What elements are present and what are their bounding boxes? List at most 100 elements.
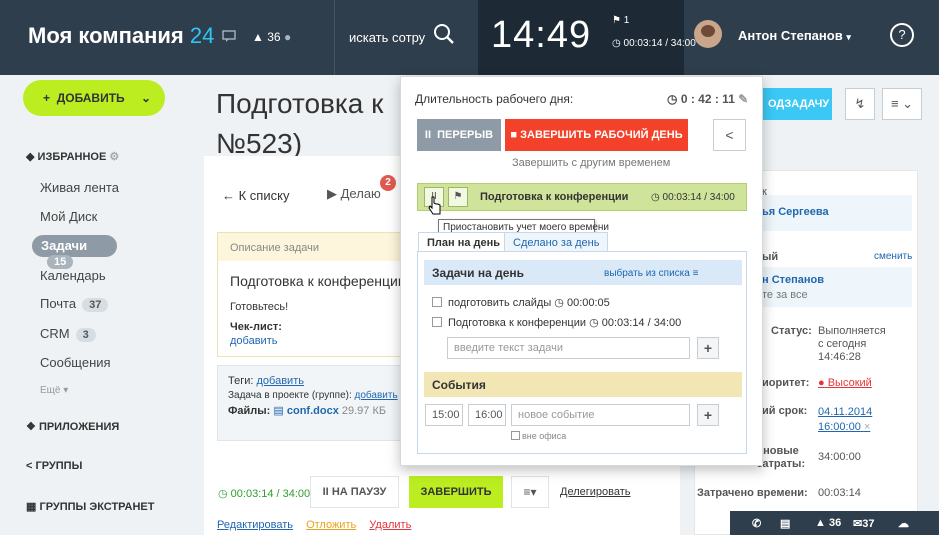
checkbox[interactable]	[432, 297, 442, 307]
deadline-value[interactable]: 04.11.2014 16:00:00 ×	[818, 405, 872, 435]
delegate-link[interactable]: Делегировать	[560, 486, 631, 498]
favorites-section[interactable]: ◆ ИЗБРАННОЕ ⚙	[26, 150, 119, 163]
event-time-from[interactable]: 15:00	[425, 404, 463, 426]
planned-value: 34:00:00	[818, 451, 861, 463]
sidebar-item-messages[interactable]: Сообщения	[40, 355, 111, 370]
sidebar-item-tasks[interactable]: Задачи 15	[32, 235, 117, 269]
tab-done[interactable]: Сделано за день	[504, 232, 609, 252]
end-workday-label: ЗАВЕРШИТЬ РАБОЧИЙ ДЕНЬ	[520, 129, 683, 141]
sidebar-item-label: Задачи	[41, 238, 88, 253]
sidebar-item-label: Почта	[40, 296, 77, 311]
more-menu-button[interactable]: ≡▾	[511, 476, 549, 508]
back-to-list-link[interactable]: ← К списку	[222, 188, 289, 203]
phone-icon[interactable]: ✆	[752, 517, 761, 530]
mail-count: 37	[862, 518, 875, 530]
responsible-label: ый	[762, 251, 779, 263]
new-event-input[interactable]: новое событие	[511, 404, 690, 426]
duration-value[interactable]: ◷ 0 : 42 : 11 ✎	[667, 92, 748, 106]
edit-link[interactable]: Редактировать	[217, 519, 293, 531]
task-meta: Теги: добавить Задача в проекте (группе)…	[217, 365, 402, 441]
pause-label: НА ПАУЗУ	[331, 486, 387, 498]
choose-from-list-link[interactable]: выбрать из списка ≡	[604, 268, 698, 279]
mail-indicator[interactable]: ✉37	[853, 517, 874, 530]
sidebar-item-feed[interactable]: Живая лента	[40, 180, 119, 195]
day-task-2[interactable]: Подготовка к конференции ◷ 00:03:14 / 34…	[432, 316, 681, 329]
priority-value[interactable]: ● Высокий	[818, 377, 872, 389]
apps-section[interactable]: ❖ ПРИЛОЖЕНИЯ	[26, 420, 119, 433]
task-timer: ◷ 00:03:14 / 34:00	[218, 488, 311, 500]
user-menu[interactable]: Антон Степанов ▾	[738, 28, 851, 43]
extranet-section[interactable]: ▦ ГРУППЫ ЭКСТРАНЕТ	[26, 500, 154, 513]
mail-icon: ✉	[853, 518, 863, 530]
checklist-add-link[interactable]: добавить	[230, 335, 401, 347]
chat-icon[interactable]	[222, 30, 236, 45]
list-menu-icon[interactable]: ≡ ⌄	[882, 88, 922, 120]
add-subtask-button[interactable]: ОДЗАДАЧУ	[760, 88, 832, 120]
notifications-indicator[interactable]: ▲ 36 ●	[252, 30, 291, 44]
day-task-1-time: 00:00:05	[566, 297, 610, 309]
sidebar-item-calendar[interactable]: Календарь	[40, 268, 106, 283]
project-add-link[interactable]: добавить	[355, 390, 398, 401]
brand-name: Моя компания	[28, 23, 184, 48]
clock-task-timer: ◷ 00:03:14 / 34:00	[612, 38, 696, 49]
planned-label: ановые затраты:	[757, 445, 805, 471]
checkbox[interactable]	[511, 431, 520, 440]
add-button-label: ДОБАВИТЬ	[56, 91, 125, 105]
tab-plan[interactable]: План на день	[418, 232, 510, 252]
flag-icon[interactable]: ⚑	[448, 187, 468, 207]
delete-link[interactable]: Удалить	[369, 519, 411, 531]
checklist-add-label[interactable]: добавить	[230, 335, 277, 347]
edit-icon[interactable]: ✎	[738, 92, 748, 106]
description-body: Подготовка к конференции Готовьтесь! Чек…	[217, 261, 406, 357]
company-logo[interactable]: Моя компания 24	[28, 23, 214, 49]
day-task-1[interactable]: подготовить слайды ◷ 00:00:05	[432, 296, 610, 309]
current-task-name[interactable]: Подготовка к конференции	[480, 191, 628, 203]
tags-add-link[interactable]: добавить	[257, 375, 304, 387]
finish-button[interactable]: ЗАВЕРШИТЬ	[409, 476, 503, 508]
notifications-indicator[interactable]: ▲ 36	[815, 517, 841, 529]
checkbox[interactable]	[432, 317, 442, 327]
creator-name[interactable]: ья Сергеева	[762, 206, 829, 218]
sidebar-item-disk[interactable]: Мой Диск	[40, 209, 97, 224]
end-workday-button[interactable]: ■ ЗАВЕРШИТЬ РАБОЧИЙ ДЕНЬ	[505, 119, 688, 151]
out-of-office-checkbox[interactable]: вне офиса	[511, 431, 566, 441]
brand-number: 24	[189, 23, 215, 48]
pause-button[interactable]: II НА ПАУЗУ	[310, 476, 399, 508]
clock-time[interactable]: 14:49	[491, 14, 591, 57]
status-time: 14:46:28	[818, 351, 861, 363]
chat-icon[interactable]: ▤	[780, 517, 790, 530]
sidebar-item-mail[interactable]: Почта 37	[40, 296, 109, 312]
break-button[interactable]: II ПЕРЕРЫВ	[417, 119, 501, 151]
groups-section[interactable]: < ГРУППЫ	[26, 460, 82, 472]
description-text: Готовьтесь!	[230, 301, 289, 313]
help-button[interactable]: ?	[890, 23, 914, 47]
break-label: ПЕРЕРЫВ	[437, 129, 494, 141]
new-task-input[interactable]: введите текст задачи	[447, 337, 690, 359]
divider	[334, 0, 335, 75]
sidebar-item-more[interactable]: Ещё ▾	[40, 385, 68, 396]
status-text: Выполняется	[818, 325, 886, 337]
responsible-name[interactable]: н Степанов	[762, 274, 824, 286]
sidebar-item-crm[interactable]: CRM 3	[40, 326, 96, 342]
add-task-button[interactable]: +	[697, 337, 719, 359]
change-link[interactable]: сменить	[874, 251, 912, 262]
end-other-time-link[interactable]: Завершить с другим временем	[512, 157, 670, 169]
flag-icon: ⚑ 1	[612, 15, 630, 26]
share-icon[interactable]: <	[713, 119, 746, 151]
doing-filter[interactable]: ▶ Делаю	[327, 186, 381, 202]
defer-link[interactable]: Отложить	[306, 519, 356, 531]
out-of-office-label: вне офиса	[522, 431, 567, 441]
cloud-icon[interactable]: ☁	[898, 517, 909, 530]
event-time-to[interactable]: 16:00	[468, 404, 506, 426]
search-input[interactable]: искать сотру	[349, 30, 425, 45]
add-event-button[interactable]: +	[697, 404, 719, 426]
clock-icon: ◷	[667, 92, 678, 106]
search-icon[interactable]	[433, 23, 455, 45]
bolt-icon[interactable]: ↯	[845, 88, 875, 120]
add-button[interactable]: + ДОБАВИТЬ ⌄	[23, 80, 165, 116]
file-link[interactable]: conf.docx	[287, 405, 339, 417]
close-icon[interactable]: ×	[864, 421, 870, 433]
avatar[interactable]	[694, 20, 722, 48]
bell-icon: ▲	[252, 30, 264, 44]
share-icon: <	[26, 460, 33, 472]
